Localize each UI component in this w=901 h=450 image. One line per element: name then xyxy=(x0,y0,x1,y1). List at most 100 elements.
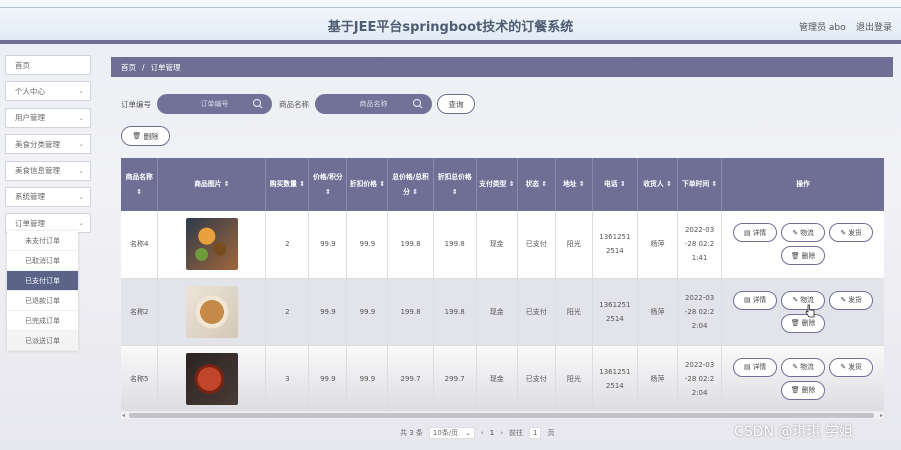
edit-icon: ✎ xyxy=(792,363,799,371)
next-page-icon[interactable]: › xyxy=(500,429,503,437)
logistics-label: 物流 xyxy=(800,228,814,237)
cell-pay-type: 现金 xyxy=(476,278,518,346)
orders-submenu: 未支付订单 已取消订单 已支付订单 已退款订单 已完成订单 已派送订单 xyxy=(7,231,78,351)
cell-status: 已支付 xyxy=(517,278,556,346)
page-size-select[interactable]: 10条/页 ⌄ xyxy=(428,427,475,439)
pagination: 共 3 条 10条/页 ⌄ ‹ 1 › 前往 1 页 xyxy=(400,427,554,439)
scroll-left-icon[interactable]: ◂ xyxy=(122,412,125,419)
table-header-row: 商品名称 ⇕ 商品图片 ⇕ 购买数量 ⇕ 价格/积分 ⇕ 折扣价格 ⇕ 总价格/… xyxy=(121,158,884,211)
logistics-button[interactable]: ✎ 物流 xyxy=(781,223,826,243)
detail-button[interactable]: ▤ 详情 xyxy=(733,290,778,310)
submenu-completed[interactable]: 已完成订单 xyxy=(7,311,78,331)
sidebar-item-user-management[interactable]: 用户管理 ⌄ xyxy=(5,107,91,128)
cell-receiver: 杨萍 xyxy=(637,345,678,413)
table-row: 名称2 2 99.9 99.9 199.8 199.8 现金 已支付 阳光 13… xyxy=(121,278,884,346)
col-header-status[interactable]: 状态 ⇕ xyxy=(517,158,556,211)
logistics-label: 物流 xyxy=(800,363,814,371)
cell-discount-price: 99.9 xyxy=(346,345,389,413)
submenu-unpaid[interactable]: 未支付订单 xyxy=(7,231,78,251)
col-header-actions: 操作 xyxy=(721,158,884,211)
col-header-order-time[interactable]: 下单时间 ⇕ xyxy=(677,158,723,211)
watermark: CSDN @琪琪 学姐 xyxy=(734,424,853,440)
cell-phone: 1361251 2514 xyxy=(592,211,638,279)
submenu-refunded[interactable]: 已退款订单 xyxy=(7,291,78,311)
row-delete-button[interactable]: 🗑 删除 xyxy=(781,380,826,400)
col-header-price[interactable]: 价格/积分 ⇕ xyxy=(308,158,348,211)
ship-button[interactable]: ✎ 发货 xyxy=(829,357,874,377)
sidebar-item-food-category[interactable]: 美食分类管理 ⌄ xyxy=(5,134,91,155)
trash-icon: 🗑 xyxy=(790,319,800,327)
sidebar-item-label: 首页 xyxy=(15,60,30,70)
detail-button[interactable]: ▤ 详情 xyxy=(733,357,778,377)
cell-receiver: 杨萍 xyxy=(637,211,678,279)
scrollbar-thumb[interactable] xyxy=(129,413,874,418)
row-delete-button[interactable]: 🗑 删除 xyxy=(781,313,826,333)
col-header-phone[interactable]: 电话 ⇕ xyxy=(592,158,638,211)
col-header-discount-total[interactable]: 折扣总价格 ⇕ xyxy=(433,158,477,211)
query-button[interactable]: 查询 xyxy=(437,94,475,114)
sidebar-item-personal-center[interactable]: 个人中心 ⌄ xyxy=(5,81,91,102)
col-header-receiver[interactable]: 收货人 ⇕ xyxy=(637,158,678,211)
detail-button[interactable]: ▤ 详情 xyxy=(733,223,778,243)
cell-quantity: 2 xyxy=(265,211,310,279)
sidebar-item-home[interactable]: 首页 xyxy=(5,55,91,75)
cell-goods-image xyxy=(157,278,267,346)
col-header-discount-price[interactable]: 折扣价格 ⇕ xyxy=(346,158,389,211)
page-unit-label: 页 xyxy=(547,429,555,437)
hand-cursor-icon xyxy=(805,304,815,318)
col-header-total[interactable]: 总价格/总积分 ⇕ xyxy=(387,158,434,211)
order-no-placeholder: 订单编号 xyxy=(200,100,229,108)
cell-order-time: 2022-03 -28 02:2 2:04 xyxy=(677,278,723,346)
edit-icon: ✎ xyxy=(840,363,847,371)
sidebar-item-label: 美食信息管理 xyxy=(15,166,60,176)
edit-icon: ✎ xyxy=(840,228,847,237)
col-header-goods-name[interactable]: 商品名称 ⇕ xyxy=(121,158,159,211)
batch-delete-button[interactable]: 🗑 删除 xyxy=(121,126,170,146)
col-header-quantity[interactable]: 购买数量 ⇕ xyxy=(265,158,310,211)
col-header-goods-image[interactable]: 商品图片 ⇕ xyxy=(157,158,267,211)
sidebar-item-label: 用户管理 xyxy=(15,113,45,123)
cell-goods-name: 名称4 xyxy=(121,211,159,279)
submenu-paid[interactable]: 已支付订单 xyxy=(7,271,78,291)
table-row: 名称5 3 99.9 99.9 299.7 299.7 现金 已支付 阳光 13… xyxy=(121,345,884,413)
col-header-pay-type[interactable]: 支付类型 ⇕ xyxy=(476,158,518,211)
ship-button[interactable]: ✎ 发货 xyxy=(829,290,874,310)
logistics-button[interactable]: ✎ 物流 xyxy=(781,290,826,310)
cell-actions: ▤ 详情 ✎ 物流 ✎ 发货 🗑 删除 xyxy=(721,211,884,279)
cell-discount-total: 299.7 xyxy=(433,345,477,413)
cell-goods-name: 名称2 xyxy=(121,278,159,346)
detail-label: 详情 xyxy=(752,228,767,237)
search-icon xyxy=(412,98,423,109)
current-user-label: 管理员 abo xyxy=(799,23,846,33)
goods-name-input[interactable]: 商品名称 xyxy=(315,94,432,114)
edit-icon: ✎ xyxy=(840,296,847,304)
order-no-input[interactable]: 订单编号 xyxy=(157,94,272,114)
row-delete-button[interactable]: 🗑 删除 xyxy=(781,246,826,266)
breadcrumb-home[interactable]: 首页 xyxy=(121,62,136,73)
prev-page-icon[interactable]: ‹ xyxy=(481,429,484,437)
table-row: 名称4 2 99.9 99.9 199.8 199.8 现金 已支付 阳光 13… xyxy=(121,211,884,279)
edit-icon: ✎ xyxy=(792,228,799,237)
logistics-button[interactable]: ✎ 物流 xyxy=(781,357,826,377)
detail-label: 详情 xyxy=(752,296,767,304)
scroll-right-icon[interactable]: ▸ xyxy=(880,412,883,419)
goto-page-input[interactable]: 1 xyxy=(529,427,542,439)
chevron-down-icon: ⌄ xyxy=(78,166,84,175)
sidebar-item-food-info[interactable]: 美食信息管理 ⌄ xyxy=(5,160,91,181)
sidebar-item-label: 个人中心 xyxy=(15,86,45,96)
ship-button[interactable]: ✎ 发货 xyxy=(829,223,874,243)
horizontal-scrollbar[interactable]: ◂ ▸ xyxy=(121,412,884,419)
sidebar-item-system[interactable]: 系统管理 ⌄ xyxy=(5,186,91,207)
col-header-address[interactable]: 地址 ⇕ xyxy=(555,158,593,211)
cell-total: 199.8 xyxy=(387,211,434,279)
ship-label: 发货 xyxy=(848,296,862,304)
cell-discount-total: 199.8 xyxy=(433,211,477,279)
submenu-cancelled[interactable]: 已取消订单 xyxy=(7,251,78,271)
cell-price: 99.9 xyxy=(308,211,348,279)
detail-label: 详情 xyxy=(752,363,767,371)
goods-name-placeholder: 商品名称 xyxy=(359,100,388,108)
chevron-down-icon: ⌄ xyxy=(78,87,84,96)
submenu-delivered[interactable]: 已派送订单 xyxy=(7,331,78,351)
logout-link[interactable]: 退出登录 xyxy=(856,20,892,33)
current-page[interactable]: 1 xyxy=(490,429,494,437)
